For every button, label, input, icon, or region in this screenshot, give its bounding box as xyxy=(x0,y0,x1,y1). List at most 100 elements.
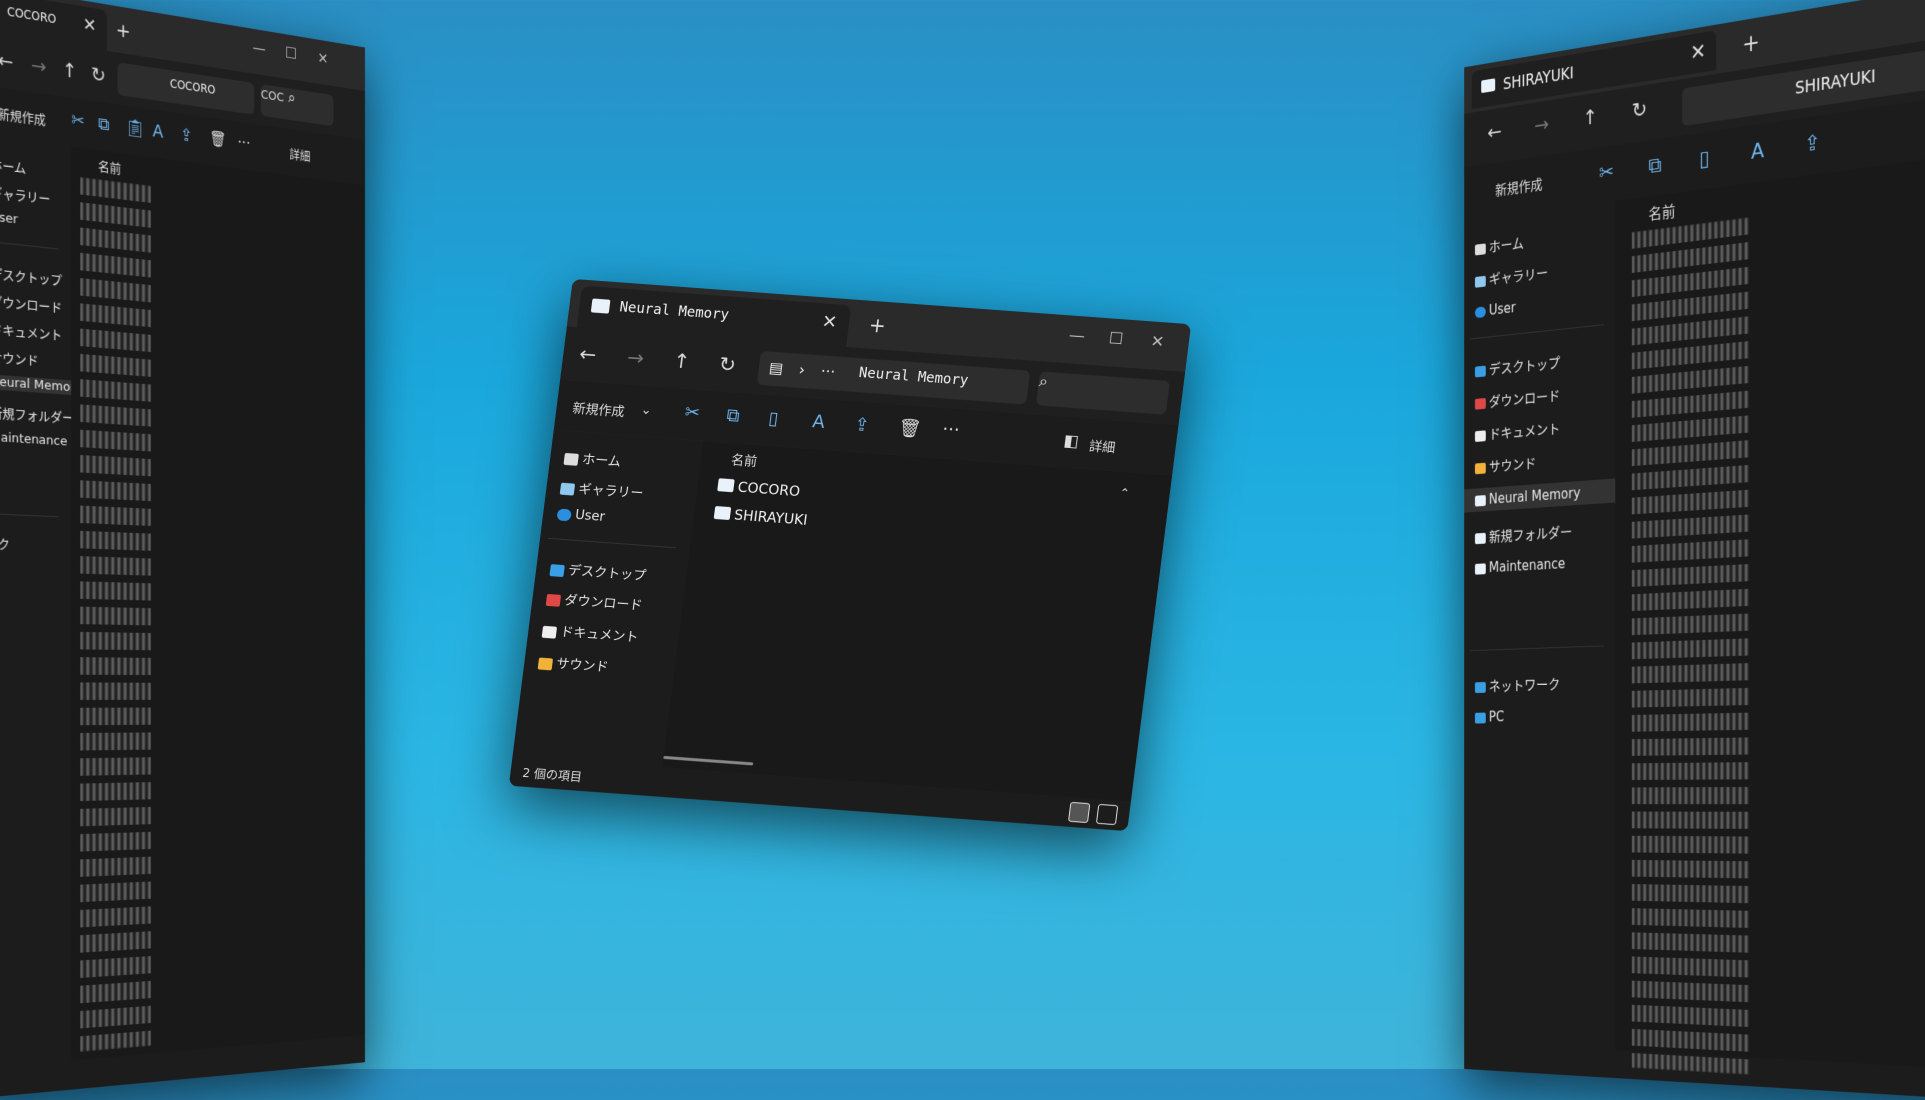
copy-icon[interactable]: ⧉ xyxy=(98,113,109,135)
new-tab-button[interactable]: + xyxy=(1742,29,1760,59)
sidebar-item-network[interactable]: ワーク xyxy=(0,533,10,553)
forward-button[interactable]: → xyxy=(31,53,46,79)
left-search-box[interactable]: COC ⌕ xyxy=(261,84,334,126)
new-button[interactable]: 新規作成 xyxy=(572,397,626,420)
sidebar-label: Maintenance xyxy=(0,430,67,449)
paste-icon[interactable]: 📋︎ xyxy=(125,117,145,140)
close-tab-icon[interactable]: ✕ xyxy=(1690,40,1706,66)
sidebar-item-home[interactable]: ホーム xyxy=(1475,233,1524,258)
paste-icon[interactable]: ▯ xyxy=(1699,147,1709,172)
sidebar-item-documents[interactable]: ドキュメント xyxy=(0,317,62,343)
horizontal-scrollbar[interactable] xyxy=(663,756,753,766)
details-button[interactable]: 詳細 xyxy=(1088,435,1116,456)
sidebar-item-sound[interactable]: サウンド xyxy=(0,345,38,369)
refresh-button[interactable]: ↻ xyxy=(1632,98,1647,124)
sidebar-item-sound[interactable]: サウンド xyxy=(537,652,609,676)
sidebar-item-gallery[interactable]: ギャラリー xyxy=(1475,263,1548,291)
forward-button[interactable]: → xyxy=(1534,113,1549,138)
tile-view-icon[interactable] xyxy=(1096,804,1118,825)
sidebar-item-user[interactable]: User xyxy=(556,506,605,524)
up-button[interactable]: ↑ xyxy=(62,58,77,84)
sidebar-item-maintenance[interactable]: Maintenance xyxy=(1475,555,1565,576)
back-button[interactable]: ← xyxy=(0,48,13,74)
left-tab-title: COCORO xyxy=(7,5,56,27)
refresh-button[interactable]: ↻ xyxy=(718,352,738,377)
new-tab-button[interactable]: + xyxy=(116,18,131,43)
main-address-bar[interactable]: ▤ › ··· Neural Memory xyxy=(757,351,1031,405)
breadcrumb[interactable]: Neural Memory xyxy=(858,365,969,389)
delete-icon[interactable]: 🗑︎ xyxy=(209,129,226,149)
sidebar-item-downloads[interactable]: ダウンロード xyxy=(0,289,62,316)
delete-icon[interactable]: 🗑︎ xyxy=(897,417,922,440)
more-icon[interactable]: ··· xyxy=(238,133,251,152)
sidebar-item-neural-memory[interactable]: Neural Memory xyxy=(1464,478,1615,512)
rename-icon[interactable]: A xyxy=(153,121,164,143)
sidebar-item-gallery[interactable]: ギャラリー xyxy=(0,180,50,208)
maximize-button[interactable]: ☐ xyxy=(285,43,297,62)
sidebar-item-documents[interactable]: ドキュメント xyxy=(1475,418,1560,444)
close-tab-icon[interactable]: ✕ xyxy=(821,311,839,333)
details-button[interactable]: 詳細 xyxy=(289,144,310,164)
sidebar-item-desktop[interactable]: デスクトップ xyxy=(0,261,62,289)
details-pane-icon[interactable]: ◧ xyxy=(1063,430,1080,450)
more-icon[interactable]: ··· xyxy=(941,418,961,440)
sidebar-item-maintenance[interactable]: Maintenance xyxy=(0,429,67,450)
maximize-button[interactable]: ☐ xyxy=(1108,328,1125,348)
sidebar-label: デスクトップ xyxy=(0,267,62,289)
forward-button[interactable]: → xyxy=(626,345,646,370)
sidebar-item-pc[interactable]: PC xyxy=(1475,709,1504,726)
sidebar-item-neural-memory[interactable]: Neural Memory xyxy=(0,372,71,395)
rename-icon[interactable]: A xyxy=(1751,139,1764,165)
copy-icon[interactable]: ⧉ xyxy=(1648,154,1661,179)
share-icon[interactable]: ⇪ xyxy=(853,414,871,436)
sidebar-item-downloads[interactable]: ダウンロード xyxy=(546,588,644,614)
sidebar-item-new-folder[interactable]: 新規フォルダー xyxy=(1475,522,1572,547)
share-icon[interactable]: ⇪ xyxy=(180,125,193,147)
sidebar-item-home[interactable]: ホーム xyxy=(563,447,622,470)
list-view-icon[interactable] xyxy=(1068,802,1090,823)
item-count: 2 個の項目 xyxy=(522,764,583,785)
new-tab-button[interactable]: + xyxy=(868,313,888,338)
sidebar-item-desktop[interactable]: デスクトップ xyxy=(1475,353,1560,380)
close-window-button[interactable]: ✕ xyxy=(318,49,329,68)
left-explorer-window[interactable]: COCORO ✕ + — ☐ ✕ ← → ↑ ↻ COCORO COC ⌕ 新規… xyxy=(0,0,365,1100)
file-row[interactable]: SHIRAYUKI xyxy=(713,506,808,529)
file-row[interactable]: COCORO xyxy=(717,478,801,500)
new-button[interactable]: 新規作成 xyxy=(0,103,46,128)
minimize-button[interactable]: — xyxy=(1068,326,1086,346)
cut-icon[interactable]: ✂ xyxy=(71,110,85,132)
sidebar-item-network[interactable]: ネットワーク xyxy=(1475,674,1560,695)
back-button[interactable]: ← xyxy=(578,342,598,367)
ellipsis-icon[interactable]: ··· xyxy=(820,362,837,381)
main-search-box[interactable]: ⌕ xyxy=(1036,371,1170,414)
right-explorer-window[interactable]: SHIRAYUKI ✕ + ← → ↑ ↻ SHIRAYUKI 新規作成 ✂ ⧉… xyxy=(1464,0,1925,1100)
sidebar-label: ワーク xyxy=(0,536,10,552)
back-button[interactable]: ← xyxy=(1487,120,1501,145)
close-window-button[interactable]: ✕ xyxy=(1150,332,1166,352)
paste-icon[interactable]: ▯ xyxy=(767,408,780,430)
drive-icon: ▤ xyxy=(768,359,784,378)
main-explorer-window[interactable]: Neural Memory ✕ + — ☐ ✕ ← → ↑ ↻ ▤ › ··· … xyxy=(509,279,1191,831)
sidebar-item-sound[interactable]: サウンド xyxy=(1475,453,1536,477)
copy-icon[interactable]: ⧉ xyxy=(725,405,740,427)
column-header-name: 名前 xyxy=(1648,198,1675,224)
cut-icon[interactable]: ✂ xyxy=(684,402,702,424)
new-button[interactable]: 新規作成 xyxy=(1495,174,1542,200)
sidebar-item-home[interactable]: ホーム xyxy=(0,152,26,177)
sidebar-item-gallery[interactable]: ギャラリー xyxy=(560,477,645,502)
sidebar-item-downloads[interactable]: ダウンロード xyxy=(1475,386,1560,413)
sidebar-item-desktop[interactable]: デスクトップ xyxy=(549,558,647,584)
close-tab-icon[interactable]: ✕ xyxy=(83,14,97,37)
column-header-name[interactable]: 名前 xyxy=(730,449,758,470)
sidebar-item-new-folder[interactable]: 新規フォルダー xyxy=(0,401,74,426)
rename-icon[interactable]: A xyxy=(811,411,826,433)
minimize-button[interactable]: — xyxy=(253,38,266,58)
up-button[interactable]: ↑ xyxy=(1583,106,1598,131)
share-icon[interactable]: ⇪ xyxy=(1804,131,1821,157)
sidebar-item-documents[interactable]: ドキュメント xyxy=(541,620,639,646)
sidebar-item-user[interactable]: User xyxy=(1475,299,1516,320)
refresh-button[interactable]: ↻ xyxy=(91,62,106,87)
cut-icon[interactable]: ✂ xyxy=(1599,160,1614,185)
up-button[interactable]: ↑ xyxy=(672,349,692,374)
sidebar-item-user[interactable]: User xyxy=(0,208,18,228)
